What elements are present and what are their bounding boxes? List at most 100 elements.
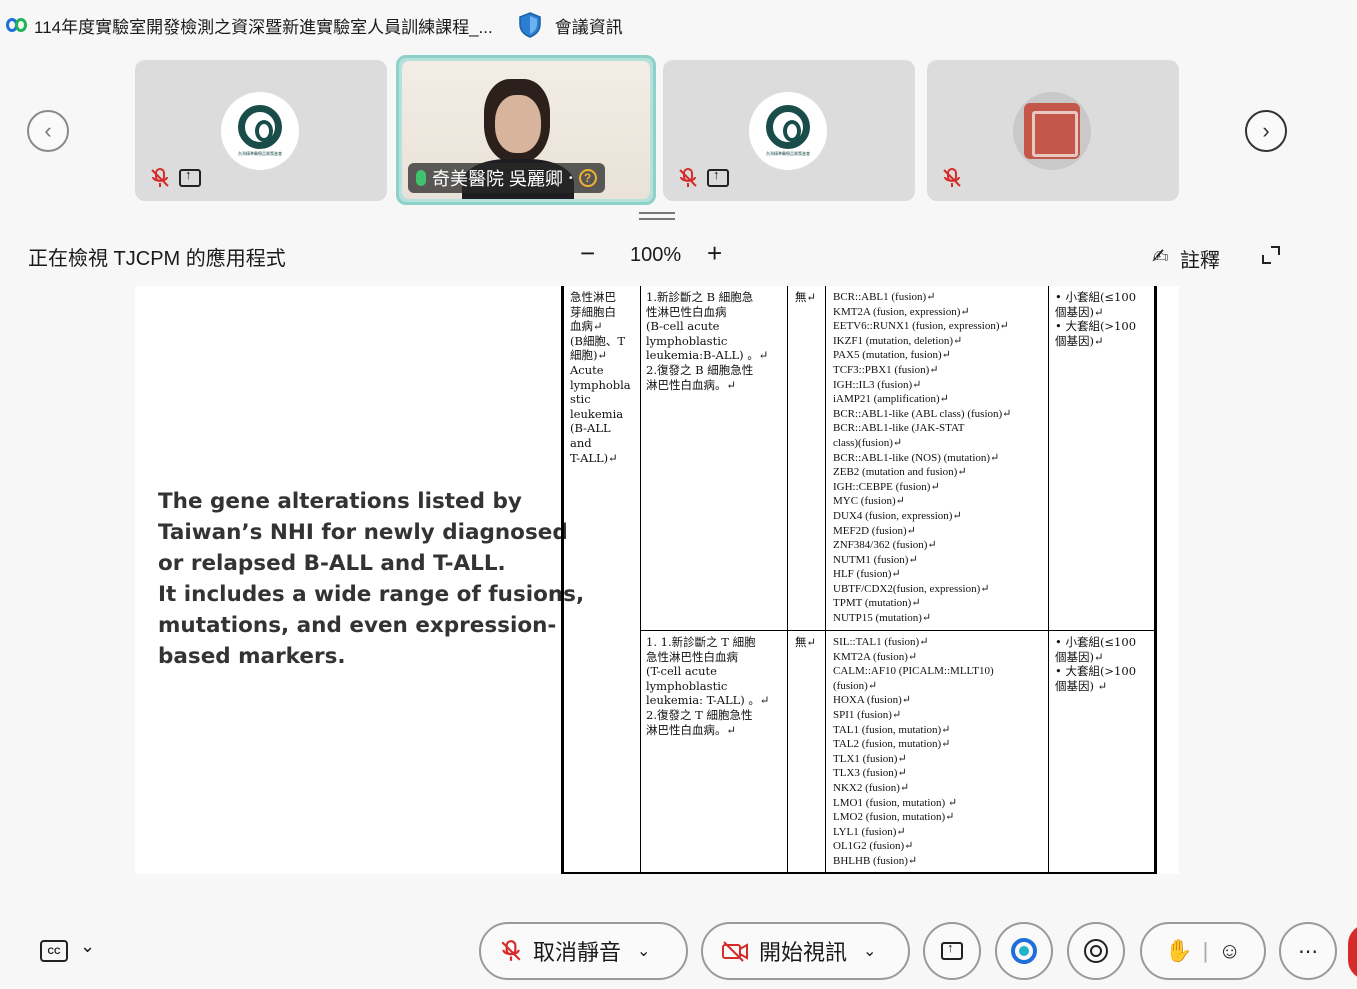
table-line: ZEB2 (mutation and fusion)↵ [833, 466, 967, 479]
participant-tile[interactable] [927, 60, 1179, 201]
table-line: iAMP21 (amplification)↵ [833, 393, 949, 406]
table-line: 淋巴性白血病。↵ [646, 377, 737, 392]
table-line: TLX1 (fusion)↵ [833, 752, 907, 765]
ai-assistant-button[interactable] [995, 922, 1053, 980]
participant-tile[interactable]: 台灣精準醫療品質策進會 [135, 60, 387, 201]
chevron-left-icon: ‹ [44, 118, 52, 143]
table-line: 2.復發之 T 細胞急性 [646, 707, 753, 722]
table-line: 芽細胞白 [570, 304, 616, 319]
table-line: 個基因)↵ [1055, 333, 1104, 348]
chevron-down-icon[interactable]: ⌄ [863, 941, 876, 961]
table-line: IGH::IL3 (fusion)↵ [833, 378, 922, 391]
share-bar: 正在檢視 TJCPM 的應用程式 − 100% + ✍ 註釋 [0, 238, 1357, 278]
table-line: KMT2A (fusion, expression)↵ [833, 305, 970, 318]
table-line: 個基因)↵ [1055, 304, 1104, 319]
table-line: TLX3 (fusion)↵ [833, 767, 907, 780]
table-line: TAL2 (fusion, mutation)↵ [833, 738, 951, 751]
table-line: BCR::ABL1-like (JAK-STAT [833, 422, 965, 435]
start-video-button[interactable]: 開始視訊 ⌄ [701, 922, 910, 980]
table-line: LYL1 (fusion)↵ [833, 825, 906, 838]
record-icon [1084, 939, 1108, 963]
reactions-button[interactable]: ✋ | ☺ [1140, 922, 1266, 980]
table-line: SIL::TAL1 (fusion)↵ [833, 636, 929, 648]
genes-cell: SIL::TAL1 (fusion)↵ KMT2A (fusion)↵ CALM::… [833, 635, 1043, 869]
table-line: MEF2D (fusion)↵ [833, 524, 916, 537]
table-line: 性淋巴性白血病 [646, 304, 727, 319]
participant-name-bar: 奇美醫院 吳麗卿 • ? [408, 163, 605, 193]
none-cell: 無↵ [795, 290, 817, 304]
more-icon: ⋯ [1298, 940, 1318, 963]
table-line: OL1G2 (fusion)↵ [833, 840, 914, 853]
muted-mic-icon [151, 168, 169, 187]
chevron-down-icon[interactable]: ⌄ [637, 941, 650, 961]
raise-hand-icon[interactable]: ✋ [1165, 938, 1192, 964]
table-line: TPMT (mutation)↵ [833, 597, 921, 610]
mic-active-icon [416, 170, 426, 186]
question-icon[interactable]: ? [578, 169, 597, 187]
share-button[interactable] [923, 922, 981, 980]
table-line: HLF (fusion)↵ [833, 568, 901, 581]
table-line: leukemia:B-ALL) 。↵ [646, 348, 769, 363]
table-line: MYC (fusion)↵ [833, 495, 905, 508]
resize-handle[interactable] [639, 212, 675, 220]
unmute-label: 取消靜音 [533, 940, 622, 965]
seal-avatar [1013, 92, 1091, 170]
zoom-level: 100% [630, 244, 682, 266]
meeting-info-link[interactable]: 會議資訊 [555, 13, 623, 38]
caption-line: or relapsed B-ALL and T-ALL. [158, 551, 506, 576]
table-line: stic [570, 392, 591, 407]
record-button[interactable] [1067, 922, 1125, 980]
participant-tile[interactable]: 台灣精準醫療品質策進會 [663, 60, 915, 201]
share-screen-icon [707, 167, 729, 187]
none-cell: 無↵ [795, 635, 817, 649]
table-line: BHLHB (fusion)↵ [833, 854, 918, 867]
zoom-out-button[interactable]: − [580, 238, 595, 269]
table-line: 血病↵ [570, 319, 603, 334]
table-line: • 小套組(≤100 [1055, 290, 1137, 304]
annotate-icon[interactable]: ✍ [1152, 244, 1169, 269]
more-options-button[interactable]: ⋯ [1279, 922, 1337, 980]
previous-page-button[interactable]: ‹ [27, 110, 69, 152]
meeting-title: 114年度實驗室開發檢測之資深暨新進實驗室人員訓練課程_... [34, 17, 493, 37]
table-line: • 大套組(>100 [1055, 319, 1137, 334]
table-line: LMO1 (fusion, mutation) ↵ [833, 796, 958, 809]
zoom-in-button[interactable]: + [707, 238, 722, 269]
table-line: 個基因)↵ [1055, 649, 1104, 664]
share-screen-icon [941, 940, 963, 960]
slide-caption: The gene alterations listed by Taiwan’s … [158, 486, 585, 672]
table-line: lymphobla [570, 377, 631, 392]
table-line: UBTF/CDX2(fusion, expression)↵ [833, 582, 990, 595]
caption-line: It includes a wide range of fusions, [158, 582, 585, 607]
table-line: NUTM1 (fusion)↵ [833, 553, 918, 566]
annotate-button[interactable]: 註釋 [1180, 244, 1220, 273]
chevron-down-icon[interactable]: ⌄ [80, 936, 95, 957]
table-line: SPI1 (fusion)↵ [833, 708, 902, 721]
webex-logo-icon [6, 18, 28, 32]
table-line: 急性淋巴 [570, 290, 616, 304]
indication-cell: 1. 1.新診斷之 T 細胞 急性淋巴性白血病 (T-cell acute ly… [646, 635, 786, 737]
active-speaker-tile[interactable]: 奇美醫院 吳麗卿 • ? [396, 55, 656, 205]
panel-cell: • 小套組(≤100 個基因)↵ • 大套組(>100 個基因)↵ [1055, 290, 1155, 348]
table-line: IKZF1 (mutation, deletion)↵ [833, 334, 963, 347]
muted-mic-icon [943, 168, 961, 187]
table-line: ZNF384/362 (fusion)↵ [833, 539, 937, 552]
shield-icon[interactable] [518, 12, 541, 38]
table-line: LMO2 (fusion, mutation)↵ [833, 811, 955, 824]
table-line: IGH::CEBPE (fusion)↵ [833, 480, 940, 493]
emoji-reaction-icon[interactable]: ☺ [1218, 938, 1240, 964]
next-page-button[interactable]: › [1245, 110, 1287, 152]
disease-cell: 急性淋巴 芽細胞白 血病↵ (B細胞、T 細胞)↵ Acute lymphobla stic l… [570, 290, 638, 465]
closed-caption-icon[interactable]: CC [40, 940, 68, 962]
share-screen-icon [179, 167, 201, 187]
table-line: 淋巴性白血病。↵ [646, 722, 737, 737]
expand-icon[interactable] [1262, 246, 1280, 264]
table-line: lymphoblastic [646, 678, 728, 693]
table-line: BCR::ABL1-like (NOS) (mutation)↵ [833, 451, 1000, 464]
table-line: (fusion)↵ [833, 679, 878, 692]
table-line: TAL1 (fusion, mutation)↵ [833, 723, 951, 736]
table-line: T-ALL)↵ [570, 450, 618, 465]
table-line: (B-cell acute [646, 319, 720, 334]
unmute-button[interactable]: 取消靜音 ⌄ [479, 922, 688, 980]
table-line: and [570, 435, 592, 450]
gene-table: 急性淋巴 芽細胞白 血病↵ (B細胞、T 細胞)↵ Acute lymphobla stic l… [561, 286, 1157, 874]
